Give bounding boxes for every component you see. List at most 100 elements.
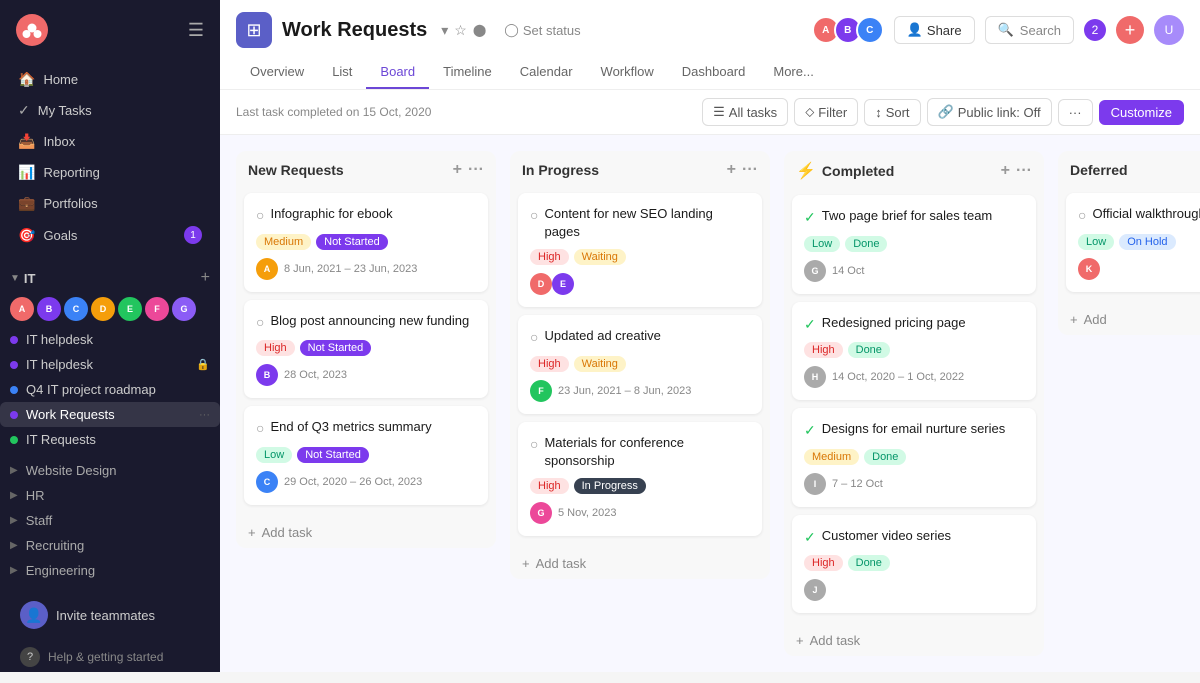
customize-button[interactable]: Customize [1099,100,1184,125]
add-column-item-icon[interactable]: + [453,161,462,179]
card-date: 23 Jun, 2021 – 8 Jun, 2023 [558,385,691,397]
sidebar-item-portfolios[interactable]: 💼 Portfolios [8,188,212,219]
share-icon: 👤 [907,22,923,38]
check-done-icon: ✓ [804,421,816,441]
card-official-walkthrough[interactable]: ○ Official walkthrough candidates Low On… [1066,193,1200,292]
add-column-item-icon[interactable]: + [1001,162,1010,180]
tab-timeline[interactable]: Timeline [429,56,506,89]
card-q3-metrics[interactable]: ○ End of Q3 metrics summary Low Not Star… [244,406,488,505]
sidebar-nav: 🏠 Home ✓ My Tasks 📥 Inbox 📊 Reporting 💼 … [0,60,220,255]
column-more-icon[interactable]: ··· [742,161,758,179]
add-task-button[interactable]: + Add task [236,517,496,548]
check-icon: ○ [530,435,538,455]
card-infographic[interactable]: ○ Infographic for ebook Medium Not Start… [244,193,488,292]
card-email-nurture[interactable]: ✓ Designs for email nurture series Mediu… [792,408,1036,507]
sidebar-project-work-requests[interactable]: Work Requests ··· [0,402,220,427]
notification-badge[interactable]: 2 [1084,19,1106,41]
add-label: Add [1084,312,1107,327]
column-more-icon[interactable]: ··· [1016,162,1032,180]
more-options-icon[interactable]: ··· [199,409,210,421]
sidebar-project-it-requests[interactable]: IT Requests [0,427,220,452]
card-title: ✓ Two page brief for sales team [804,207,1024,228]
star-icon[interactable]: ☆ [454,22,467,39]
tasks-icon: ✓ [18,102,30,119]
tag-high: High [530,356,569,372]
invite-teammates-button[interactable]: 👤 Invite teammates [8,591,212,639]
sidebar-group-engineering[interactable]: ▶ Engineering [0,558,220,583]
dropdown-icon[interactable]: ▾ [441,22,448,39]
sidebar-item-goals[interactable]: 🎯 Goals 1 [8,219,212,251]
sidebar-project-it-helpdesk-2[interactable]: IT helpdesk 🔒 [0,352,220,377]
group-label: Engineering [26,563,95,578]
card-seo-landing[interactable]: ○ Content for new SEO landing pages High… [518,193,762,307]
sidebar-project-it-helpdesk-1[interactable]: IT helpdesk [0,327,220,352]
avatar: F [145,297,169,321]
card-title: ○ Content for new SEO landing pages [530,205,750,241]
card-footer: K [1078,258,1200,280]
card-footer: D E [530,273,750,295]
tab-workflow[interactable]: Workflow [587,56,668,89]
tab-overview[interactable]: Overview [236,56,318,89]
tab-calendar[interactable]: Calendar [506,56,587,89]
help-button[interactable]: ? Help & getting started [8,639,212,675]
tab-board[interactable]: Board [366,56,429,89]
card-title: ○ Updated ad creative [530,327,750,348]
avatar: K [1078,258,1100,280]
user-avatar[interactable]: U [1154,15,1184,45]
asana-logo [16,14,48,46]
add-button[interactable]: + [1116,16,1144,44]
sidebar-group-staff[interactable]: ▶ Staff [0,508,220,533]
plus-icon: + [248,525,256,540]
invite-icon: 👤 [20,601,48,629]
card-two-page-brief[interactable]: ✓ Two page brief for sales team Low Done… [792,195,1036,294]
set-status-button[interactable]: ◯ Set status [504,22,580,38]
add-column-item-icon[interactable]: + [727,161,736,179]
card-pricing-page[interactable]: ✓ Redesigned pricing page High Done H 14… [792,302,1036,401]
share-button[interactable]: 👤 Share [894,16,975,44]
header-actions-right: A B C 👤 Share 🔍 Search 2 + U [812,15,1184,45]
sidebar-item-label: My Tasks [38,103,92,118]
column-more-icon[interactable]: ··· [468,161,484,179]
tag-low: Low [1078,234,1114,250]
card-conference[interactable]: ○ Materials for conference sponsorship H… [518,422,762,536]
public-link-button[interactable]: 🔗 Public link: Off [927,98,1052,126]
sidebar-group-hr[interactable]: ▶ HR [0,483,220,508]
check-icon: ○ [1078,206,1086,226]
card-footer: B 28 Oct, 2023 [256,364,476,386]
share-label: Share [927,23,962,38]
sidebar-group-recruiting[interactable]: ▶ Recruiting [0,533,220,558]
card-ad-creative[interactable]: ○ Updated ad creative High Waiting F 23 … [518,315,762,414]
sidebar-item-my-tasks[interactable]: ✓ My Tasks [8,95,212,126]
sidebar-item-home[interactable]: 🏠 Home [8,64,212,95]
tab-list[interactable]: List [318,56,366,89]
card-blog-post[interactable]: ○ Blog post announcing new funding High … [244,300,488,399]
add-task-button[interactable]: + Add task [510,548,770,579]
avatar: A [256,258,278,280]
share-more-icon[interactable]: ⬤ [473,23,486,37]
add-column-button[interactable]: + Add [1058,304,1200,335]
it-section-header[interactable]: ▼ IT + [0,263,220,293]
tag-low: Low [256,447,292,463]
board: New Requests + ··· ○ Infographic for ebo… [220,135,1200,672]
menu-icon[interactable]: ☰ [188,20,204,41]
card-customer-video[interactable]: ✓ Customer video series High Done J [792,515,1036,614]
check-icon: ○ [530,206,538,226]
card-date: 7 – 12 Oct [832,478,883,490]
add-task-button[interactable]: + Add task [784,625,1044,656]
avatar: C [256,471,278,493]
add-team-icon[interactable]: + [201,269,210,287]
nav-tabs: Overview List Board Timeline Calendar Wo… [236,56,1184,89]
search-box[interactable]: 🔍 Search [985,16,1074,44]
all-tasks-button[interactable]: ☰ All tasks [702,98,788,126]
filter-button[interactable]: ⬦ Filter [794,98,858,126]
invite-label: Invite teammates [56,608,155,623]
tab-more[interactable]: More... [759,56,827,89]
sidebar-item-inbox[interactable]: 📥 Inbox [8,126,212,157]
sidebar-group-website-design[interactable]: ▶ Website Design [0,458,220,483]
more-options-button[interactable]: ··· [1058,99,1093,126]
sidebar-item-reporting[interactable]: 📊 Reporting [8,157,212,188]
tab-dashboard[interactable]: Dashboard [668,56,760,89]
tag-in-progress: In Progress [574,478,646,494]
sort-button[interactable]: ↕ Sort [864,99,920,126]
sidebar-project-q4-roadmap[interactable]: Q4 IT project roadmap [0,377,220,402]
